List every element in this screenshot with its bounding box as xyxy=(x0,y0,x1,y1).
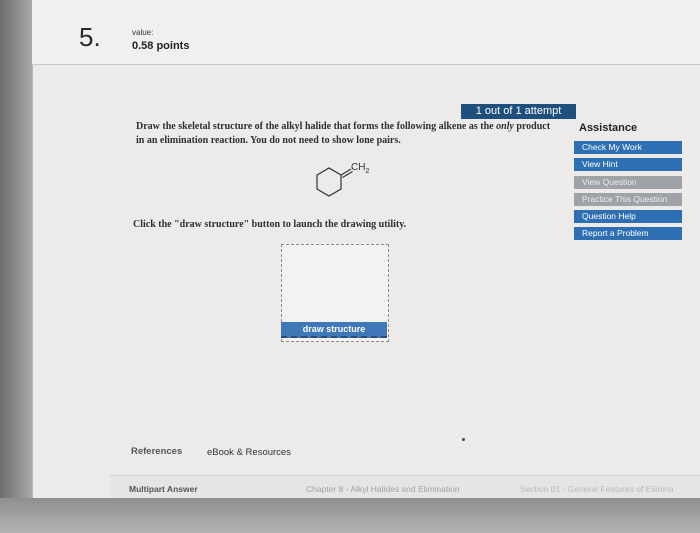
question-number: 5. xyxy=(79,22,101,52)
stray-dot xyxy=(462,438,465,441)
ebook-resources-link[interactable]: eBook & Resources xyxy=(207,447,291,458)
references-link[interactable]: References xyxy=(131,446,182,457)
background-bottom xyxy=(0,498,700,533)
question-points: 0.58 points xyxy=(132,40,190,52)
assistance-title: Assistance xyxy=(579,122,638,134)
double-bond-line-1 xyxy=(340,168,352,176)
section-label: Section 01 - General Features of Elimina xyxy=(520,484,674,494)
draw-instruction: Click the "draw structure" button to lau… xyxy=(133,219,407,230)
view-question-button[interactable]: View Question xyxy=(574,176,682,189)
report-problem-button[interactable]: Report a Problem xyxy=(574,227,682,240)
answer-type: Multipart Answer xyxy=(129,484,198,494)
cyclohexane-ring xyxy=(316,167,342,197)
chapter-label: Chapter 8 - Alkyl Halides and Eliminatio… xyxy=(306,484,460,494)
view-hint-button[interactable]: View Hint xyxy=(574,158,682,171)
practice-question-button[interactable]: Practice This Question xyxy=(574,193,682,206)
methylenecyclohexane-structure: CH2 xyxy=(316,162,369,197)
check-my-work-button[interactable]: Check My Work xyxy=(574,141,682,154)
background-left xyxy=(0,0,32,533)
draw-structure-button[interactable]: draw structure xyxy=(281,322,387,338)
value-label: value: xyxy=(132,28,154,37)
question-help-button[interactable]: Question Help xyxy=(574,210,682,223)
prompt-text-1: Draw the skeletal structure of the alkyl… xyxy=(136,121,497,132)
attempt-badge: 1 out of 1 attempt xyxy=(461,104,576,119)
prompt-emphasis: only xyxy=(496,121,514,132)
question-prompt: Draw the skeletal structure of the alkyl… xyxy=(136,120,556,148)
ch2-label: CH2 xyxy=(351,162,369,175)
